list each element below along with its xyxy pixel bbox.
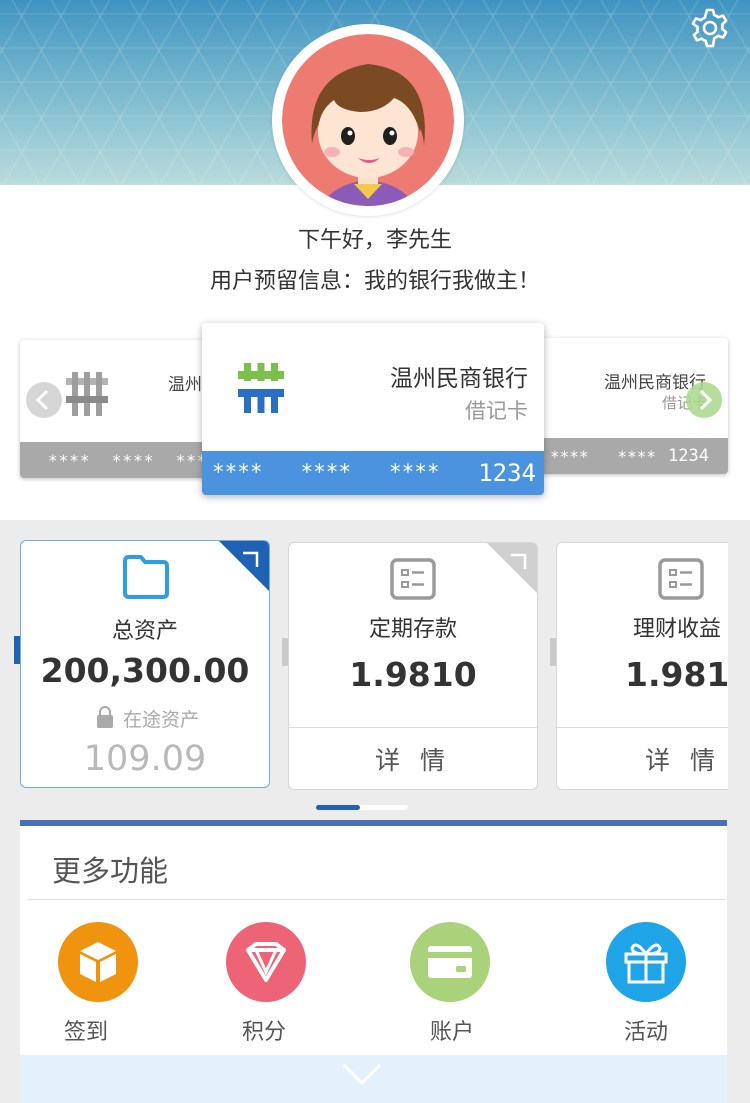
function-points[interactable]: 积分 xyxy=(204,916,324,1046)
card-last4: 1234 xyxy=(478,459,536,487)
expand-bar[interactable] xyxy=(20,1055,727,1103)
lock-icon xyxy=(97,706,113,728)
list-doc-icon xyxy=(390,558,436,600)
function-checkin[interactable]: 签到 xyxy=(26,916,146,1046)
asset-card-deposit[interactable]: 定期存款 1.9810 详 情 xyxy=(288,542,538,790)
function-label: 账户 xyxy=(429,1020,474,1045)
detail-button[interactable]: 详 情 xyxy=(289,741,537,777)
settings-gear-icon[interactable] xyxy=(688,6,732,50)
detail-button[interactable]: 详 情 xyxy=(645,741,721,777)
card-type: 借记卡 xyxy=(465,399,528,423)
list-doc-icon xyxy=(658,558,704,600)
edge-mask xyxy=(728,540,750,800)
asset-title: 总资产 xyxy=(111,619,178,644)
asset-value: 200,300.00 xyxy=(40,651,250,690)
card-bank-name: 温州 xyxy=(168,375,202,395)
chevron-down-icon xyxy=(342,1063,382,1086)
bank-logo-icon xyxy=(238,363,284,413)
chevron-right-icon xyxy=(699,389,713,411)
in-transit-value: 109.09 xyxy=(83,739,207,779)
bank-logo-icon xyxy=(66,372,108,416)
divider xyxy=(28,899,726,900)
card-bank-name: 温州民商银行 xyxy=(390,366,528,392)
prev-card-button[interactable] xyxy=(26,382,62,418)
card-last4: 1234 xyxy=(668,446,709,466)
chevron-left-icon xyxy=(35,389,49,411)
in-transit-label: 在途资产 xyxy=(123,709,200,731)
section-title: 更多功能 xyxy=(52,854,169,888)
card-number-strip: **** **** **** xyxy=(20,442,220,478)
function-label: 积分 xyxy=(241,1020,286,1045)
circle-bg xyxy=(226,922,306,1002)
asset-title: 定期存款 xyxy=(368,617,457,642)
asset-value: 1.9810 xyxy=(349,655,477,694)
reserved-info-text: 用户预留信息：我的银行我做主！ xyxy=(209,269,540,294)
folder-icon xyxy=(123,555,169,599)
card-icon xyxy=(428,946,472,978)
corner-marker-icon xyxy=(487,543,537,593)
bank-card-center[interactable]: 温州民商银行 借记卡 **** **** **** 1234 xyxy=(202,323,544,495)
card-masked-number: **** **** **** xyxy=(48,451,219,470)
function-label: 活动 xyxy=(623,1020,668,1045)
function-activity[interactable]: 活动 xyxy=(586,916,706,1046)
divider xyxy=(289,727,537,728)
card-masked-number: **** **** xyxy=(550,447,656,466)
function-account[interactable]: 账户 xyxy=(392,916,512,1046)
more-functions-panel: 更多功能 签到 积分 账户 活动 xyxy=(20,820,727,1103)
greeting-text: 下午好，李先生 xyxy=(297,228,452,253)
pager-indicator xyxy=(316,805,360,810)
asset-card-total[interactable]: 总资产 200,300.00 在途资产 109.09 xyxy=(20,540,270,788)
card-masked-number: **** **** **** xyxy=(212,460,440,484)
diamond-icon xyxy=(246,942,286,982)
box-icon xyxy=(80,942,116,982)
function-label: 签到 xyxy=(63,1020,108,1045)
corner-marker-icon xyxy=(219,541,269,591)
asset-value: 1.9810 xyxy=(625,655,737,694)
gift-icon xyxy=(624,943,668,984)
asset-card-wealth[interactable]: 理财收益 1.9810 详 情 xyxy=(556,542,737,790)
circle-bg xyxy=(410,922,490,1002)
asset-title: 理财收益 xyxy=(633,617,722,642)
next-card-button[interactable] xyxy=(686,382,722,418)
circle-bg xyxy=(606,922,686,1002)
divider xyxy=(557,727,737,728)
card-number-strip: **** **** **** 1234 xyxy=(202,451,544,495)
circle-bg xyxy=(58,922,138,1002)
avatar[interactable] xyxy=(282,34,454,206)
card-number-strip: **** **** 1234 xyxy=(530,438,728,474)
